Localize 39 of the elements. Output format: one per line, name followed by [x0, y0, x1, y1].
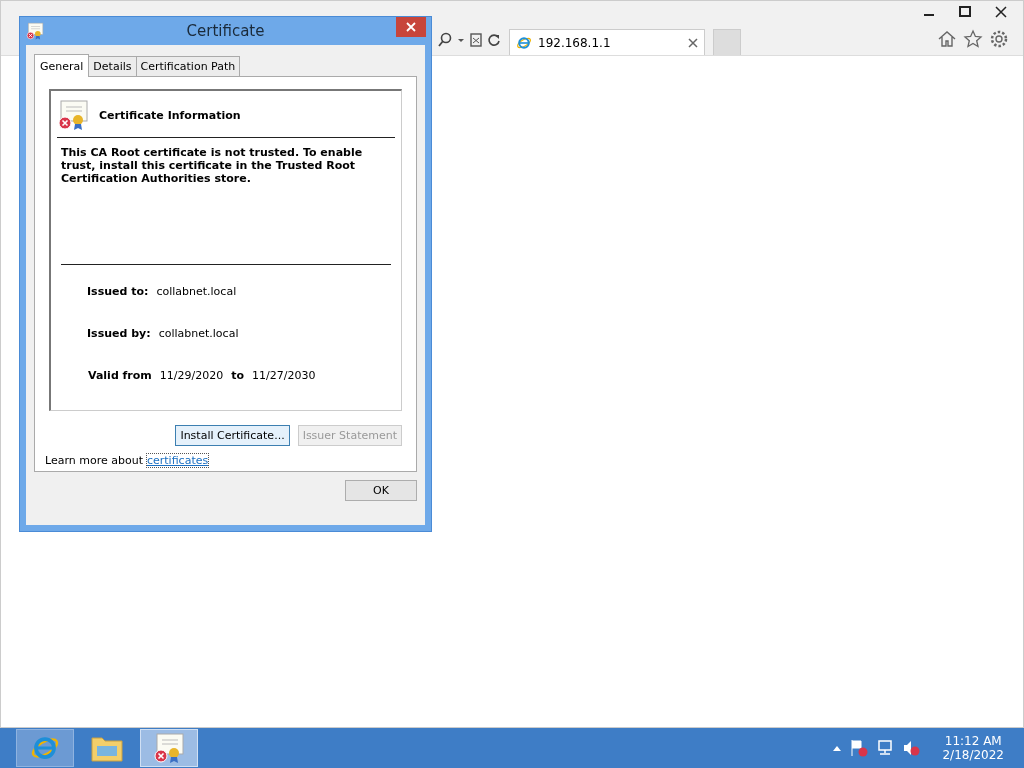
flag-icon[interactable] — [850, 739, 869, 757]
close-icon — [406, 22, 416, 32]
ok-button[interactable]: OK — [345, 480, 417, 501]
folder-icon — [91, 734, 123, 762]
browser-tab[interactable]: 192.168.1.1 — [509, 29, 705, 55]
network-icon[interactable] — [876, 739, 895, 757]
certificate-icon — [153, 732, 185, 764]
field-value: 11/29/2020 — [159, 368, 224, 382]
browser-icon — [516, 34, 532, 51]
field-label: to — [231, 368, 245, 382]
clock-time: 11:12 AM — [944, 734, 1002, 748]
field-value: collabnet.local — [156, 284, 237, 298]
field-label: Issued to: — [87, 284, 149, 298]
field-value: collabnet.local — [158, 326, 239, 340]
search-icon[interactable] — [437, 32, 453, 48]
settings-icon[interactable] — [989, 29, 1009, 49]
certificate-icon — [26, 22, 44, 40]
up-arrow-icon[interactable] — [832, 744, 843, 752]
star-icon[interactable] — [963, 29, 983, 49]
info-heading: Certificate Information — [99, 108, 241, 122]
home-icon[interactable] — [937, 29, 957, 49]
learn-more-text: Learn more about — [45, 454, 143, 467]
dialog-tab[interactable]: General — [34, 54, 90, 77]
field-value: 11/27/2030 — [252, 368, 316, 382]
dialog-title: Certificate — [186, 22, 265, 40]
dialog-tab[interactable]: Details — [88, 56, 137, 76]
certificates-link[interactable]: certificates — [146, 454, 209, 467]
dialog-button[interactable]: Install Certificate... — [175, 425, 290, 446]
refresh-icon[interactable] — [487, 32, 501, 48]
close-button[interactable] — [396, 17, 426, 37]
speaker-muted-icon[interactable] — [902, 739, 921, 757]
clock-date: 2/18/2022 — [942, 748, 1004, 762]
taskbar-button[interactable] — [140, 729, 198, 767]
trust-message: This CA Root certificate is not trusted. To enable trust, install this certificate in the Trusted Root Certification Authorities store. — [61, 146, 363, 185]
dialog-tab[interactable]: Certification Path — [135, 56, 241, 76]
certificate-icon — [57, 99, 89, 131]
field-label: Issued by: — [87, 326, 151, 340]
compatibility-icon[interactable] — [469, 32, 483, 48]
field-label: Valid from — [88, 368, 152, 382]
